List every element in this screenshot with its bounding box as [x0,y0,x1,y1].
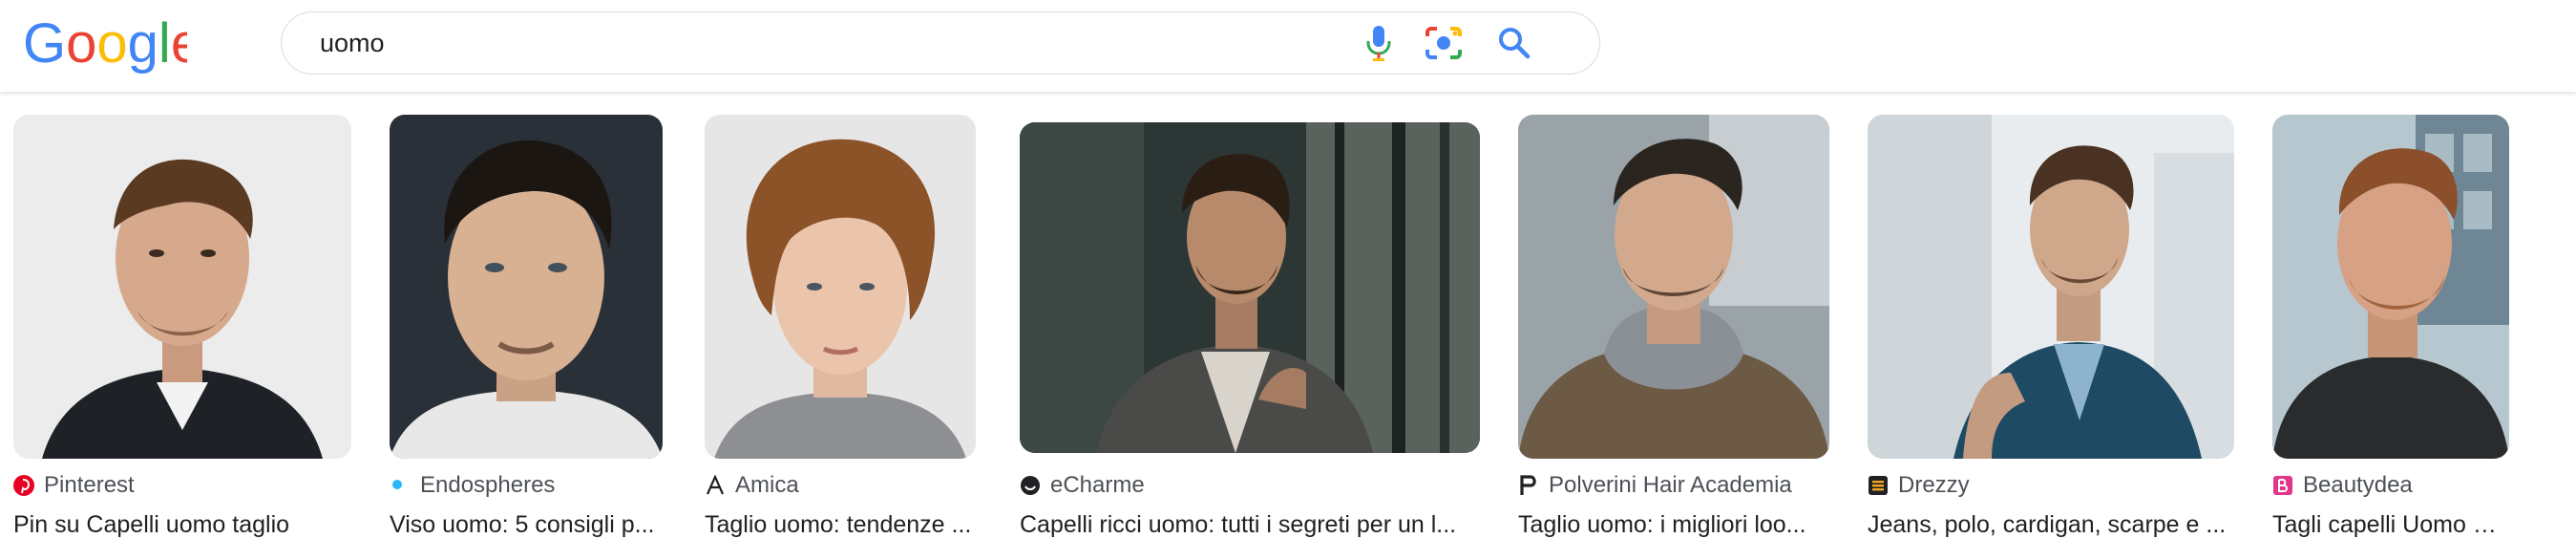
amica-icon [705,475,726,496]
result-source[interactable]: Polverini Hair Academia [1518,472,1792,499]
result-title[interactable]: Pin su Capelli uomo taglio [13,508,351,541]
result-source-label: Pinterest [44,472,135,498]
image-result[interactable]: Drezzy Jeans, polo, cardigan, scarpe e .… [1868,92,2234,560]
result-thumbnail[interactable] [390,115,663,459]
result-title[interactable]: Jeans, polo, cardigan, scarpe e ... [1868,508,2234,541]
result-thumbnail[interactable] [705,115,976,459]
result-thumbnail[interactable] [1868,115,2234,459]
voice-search-button[interactable] [1357,21,1401,65]
result-title[interactable]: Taglio uomo: tendenze ... [705,508,976,541]
result-title[interactable]: Taglio uomo: i migliori loo... [1518,508,1829,541]
google-logo[interactable]: Google [23,17,187,75]
camera-lens-icon [1425,27,1462,59]
image-result[interactable]: eCharme Capelli ricci uomo: tutti i segr… [1020,92,1480,560]
result-source[interactable]: Beautydea [2272,472,2413,499]
search-box [281,11,1600,75]
endospheres-icon [390,475,411,496]
result-source[interactable]: Amica [705,472,799,499]
result-thumbnail[interactable] [1518,115,1829,459]
result-source[interactable]: eCharme [1020,472,1145,499]
result-title[interactable]: Viso uomo: 5 consigli p... [390,508,663,541]
search-input[interactable] [320,12,1275,74]
image-result[interactable]: Polverini Hair Academia Taglio uomo: i m… [1518,92,1829,560]
result-title[interactable]: Tagli capelli Uomo 202... [2272,508,2509,541]
image-result[interactable]: Pinterest Pin su Capelli uomo taglio [13,92,351,560]
search-header: Google [0,0,2576,92]
search-button[interactable] [1492,21,1536,65]
result-title[interactable]: Capelli ricci uomo: tutti i segreti per … [1020,508,1480,541]
image-results-row: Pinterest Pin su Capelli uomo taglio End… [0,92,2576,560]
pinterest-icon [13,475,34,496]
image-result[interactable]: Endospheres Viso uomo: 5 consigli p... [390,92,663,560]
result-thumbnail[interactable] [13,115,351,459]
result-source-label: Beautydea [2303,472,2413,498]
drezzy-icon [1868,475,1889,496]
image-result[interactable]: Beautydea Tagli capelli Uomo 202... [2272,92,2509,560]
polverini-icon [1518,475,1539,496]
image-search-button[interactable] [1422,21,1466,65]
magnifier-icon [1499,28,1531,59]
result-source[interactable]: Pinterest [13,472,135,499]
result-source-label: Drezzy [1898,472,1970,498]
result-source-label: Polverini Hair Academia [1549,472,1792,498]
beautydea-icon [2272,475,2293,496]
result-thumbnail[interactable] [1020,122,1480,453]
result-thumbnail[interactable] [2272,115,2509,459]
result-source-label: eCharme [1050,472,1145,498]
image-result[interactable]: Amica Taglio uomo: tendenze ... [705,92,976,560]
result-source[interactable]: Drezzy [1868,472,1970,499]
echarme-icon [1020,475,1041,496]
result-source-label: Endospheres [420,472,556,498]
result-source-label: Amica [735,472,799,498]
result-source[interactable]: Endospheres [390,472,555,499]
microphone-icon [1366,26,1391,61]
svg-text:Google: Google [23,17,187,75]
